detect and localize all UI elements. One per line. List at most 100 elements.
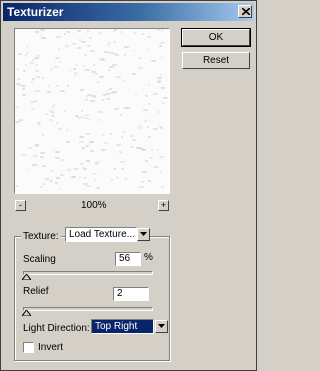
- texture-speckle: [86, 160, 90, 162]
- texture-speckle: [133, 50, 135, 52]
- texture-speckle: [30, 101, 35, 103]
- texture-speckle: [83, 117, 88, 119]
- texture-speckle: [90, 100, 95, 102]
- title-bar[interactable]: Texturizer: [3, 3, 254, 21]
- texture-speckle: [141, 181, 144, 183]
- texture-speckle: [122, 131, 125, 133]
- scaling-label: Scaling: [23, 254, 56, 265]
- texture-speckle: [151, 60, 156, 62]
- texture-speckle: [132, 73, 136, 75]
- texture-speckle: [50, 170, 53, 172]
- invert-label: Invert: [38, 342, 64, 353]
- texture-speckle: [157, 77, 162, 79]
- texture-speckle: [77, 30, 81, 32]
- texture-speckle: [107, 98, 110, 100]
- texture-speckle: [145, 95, 148, 97]
- texture-speckle: [49, 119, 53, 121]
- texture-speckle: [125, 178, 127, 180]
- close-button[interactable]: [238, 5, 252, 18]
- texture-speckle: [97, 81, 99, 83]
- texture-speckle: [27, 52, 29, 54]
- texture-speckle: [142, 171, 147, 173]
- texture-speckle: [159, 156, 164, 158]
- texture-speckle: [139, 125, 141, 127]
- texture-speckle: [23, 70, 26, 72]
- relief-slider-thumb[interactable]: [22, 310, 31, 316]
- texture-speckle: [109, 52, 114, 54]
- texture-speckle: [54, 66, 58, 68]
- light-direction-select[interactable]: Top Right: [91, 319, 154, 334]
- zoom-level: 100%: [81, 200, 107, 211]
- texture-speckle: [130, 135, 133, 137]
- texture-speckle: [40, 29, 45, 31]
- texture-speckle: [71, 176, 76, 178]
- light-direction-dropdown-button[interactable]: [155, 320, 168, 333]
- texture-speckle: [15, 121, 20, 123]
- texture-speckle: [86, 185, 91, 187]
- invert-checkbox[interactable]: [23, 342, 34, 353]
- texture-speckle: [49, 180, 52, 182]
- scaling-slider-track[interactable]: [23, 271, 153, 275]
- texture-dropdown-button[interactable]: [137, 228, 150, 241]
- texture-speckle: [40, 34, 42, 36]
- texture-speckle: [125, 107, 130, 109]
- texture-speckle: [160, 171, 162, 173]
- texture-speckle: [25, 64, 27, 66]
- texture-speckle: [153, 128, 158, 130]
- texture-speckle: [163, 97, 168, 99]
- relief-input[interactable]: 2: [113, 287, 149, 301]
- texture-speckle: [40, 186, 43, 188]
- texture-speckle: [17, 78, 21, 80]
- zoom-in-button[interactable]: +: [158, 200, 169, 211]
- texture-select[interactable]: Load Texture...: [65, 227, 137, 242]
- texture-label: Texture:: [21, 231, 61, 242]
- texture-speckle: [59, 61, 61, 63]
- texture-speckle: [110, 92, 115, 94]
- texture-speckle: [15, 106, 18, 108]
- texture-speckle: [116, 144, 121, 146]
- texture-speckle: [66, 129, 68, 131]
- texture-speckle: [149, 119, 151, 121]
- texture-speckle: [92, 173, 97, 175]
- texture-speckle: [43, 183, 45, 185]
- texture-speckle: [161, 87, 165, 89]
- texture-speckle: [15, 185, 19, 187]
- texture-speckle: [80, 89, 84, 91]
- scaling-input[interactable]: 56: [115, 252, 141, 266]
- texture-speckle: [157, 81, 161, 83]
- texture-speckle: [33, 155, 38, 157]
- texture-speckle: [162, 102, 164, 104]
- scaling-slider-thumb[interactable]: [22, 274, 31, 280]
- texture-speckle: [38, 124, 40, 126]
- texture-speckle: [107, 51, 109, 53]
- close-icon: [242, 8, 250, 15]
- texture-speckle: [17, 83, 19, 85]
- texture-speckle: [56, 85, 59, 87]
- zoom-out-button[interactable]: -: [15, 200, 26, 211]
- reset-button[interactable]: Reset: [182, 52, 250, 69]
- texture-speckle: [72, 43, 76, 45]
- texture-speckle: [108, 69, 111, 71]
- texture-speckle: [133, 32, 136, 34]
- texture-speckle: [81, 110, 83, 112]
- texture-speckle: [136, 147, 141, 149]
- texture-speckle: [102, 99, 104, 101]
- texture-speckle: [134, 139, 136, 141]
- texture-speckle: [124, 54, 126, 56]
- texture-preview[interactable]: [14, 28, 170, 194]
- texture-speckle: [120, 31, 122, 33]
- texture-speckle: [90, 150, 94, 152]
- texture-speckle: [35, 64, 38, 66]
- texture-speckle: [148, 180, 151, 182]
- texture-speckle: [29, 62, 34, 64]
- texture-speckle: [159, 45, 162, 47]
- texture-speckle: [73, 68, 76, 70]
- texture-speckle: [124, 46, 129, 48]
- texture-speckle: [158, 111, 160, 113]
- relief-slider-track[interactable]: [23, 307, 153, 311]
- texture-speckle: [60, 174, 64, 176]
- texture-speckle: [161, 186, 164, 188]
- texture-speckle: [161, 29, 163, 31]
- ok-button[interactable]: OK: [181, 28, 251, 47]
- texture-speckle: [99, 76, 104, 78]
